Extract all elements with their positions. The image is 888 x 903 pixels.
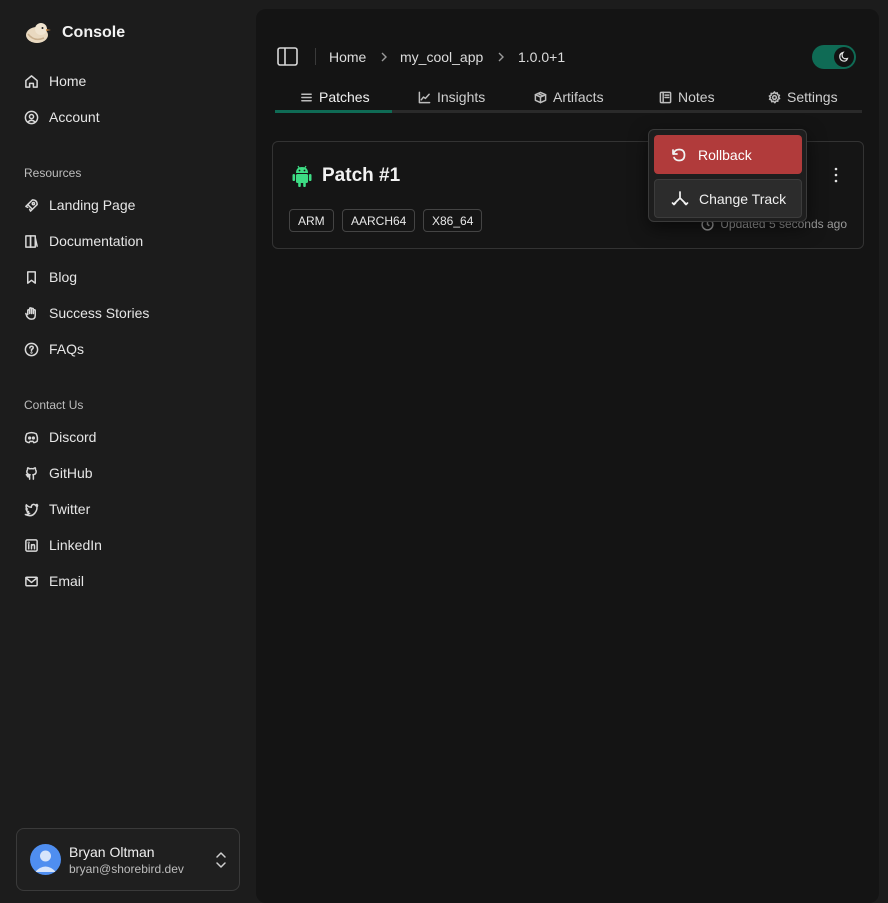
- mail-icon: [25, 576, 38, 586]
- arch-tag: AARCH64: [342, 209, 416, 232]
- list-icon: [301, 93, 312, 101]
- sidebar-item-label: FAQs: [49, 341, 85, 357]
- linkedin-icon: [25, 538, 38, 552]
- split-icon: [671, 190, 689, 205]
- section-label-contact: Contact Us: [24, 398, 84, 412]
- sidebar-item-label: Success Stories: [49, 305, 150, 321]
- user-avatar-icon: [35, 850, 56, 872]
- bookmark-icon: [27, 270, 36, 284]
- sidebar-item-github[interactable]: GitHub: [24, 463, 93, 483]
- user-menu[interactable]: Bryan Oltman bryan@shorebird.dev: [16, 828, 240, 891]
- avatar: [30, 844, 61, 875]
- tab-patches[interactable]: Patches: [300, 89, 370, 105]
- arch-tag: X86_64: [423, 209, 483, 232]
- sidebar-item-discord[interactable]: Discord: [24, 427, 96, 447]
- sidebar-item-success-stories[interactable]: Success Stories: [24, 303, 149, 323]
- tab-artifacts[interactable]: Artifacts: [534, 89, 604, 105]
- tab-label: Patches: [319, 89, 370, 105]
- sidebar: Console Home Account Resources Landing P…: [0, 0, 256, 903]
- sidebar-item-label: Twitter: [49, 501, 91, 517]
- github-icon: [25, 466, 37, 480]
- rotate-ccw-icon: [672, 148, 686, 161]
- sidebar-item-home[interactable]: Home: [24, 71, 86, 91]
- sidebar-item-linkedin[interactable]: LinkedIn: [24, 535, 102, 555]
- sidebar-item-account[interactable]: Account: [24, 107, 100, 127]
- section-label-resources: Resources: [24, 166, 82, 180]
- tab-active-indicator: [275, 110, 392, 113]
- help-circle-icon: [24, 342, 39, 356]
- user-email: bryan@shorebird.dev: [69, 862, 184, 876]
- user-name: Bryan Oltman: [69, 844, 155, 860]
- divider: [315, 48, 316, 65]
- gear-icon: [768, 90, 781, 103]
- sidebar-item-blog[interactable]: Blog: [24, 267, 77, 287]
- sidebar-item-label: LinkedIn: [49, 537, 102, 553]
- theme-toggle[interactable]: [812, 45, 856, 69]
- tab-label: Insights: [437, 89, 486, 105]
- tab-bar: Patches Insights Artifacts Notes Setting…: [275, 89, 862, 113]
- breadcrumb-home[interactable]: Home: [329, 49, 366, 65]
- tab-label: Notes: [678, 89, 715, 105]
- patch-actions-menu: Rollback Change Track: [648, 129, 807, 222]
- menu-item-label: Change Track: [699, 190, 787, 207]
- hand-icon: [25, 306, 36, 320]
- sidebar-item-label: Discord: [49, 429, 97, 445]
- chevron-up-down-icon: [216, 852, 226, 868]
- topbar: Home my_cool_app 1.0.0+1: [256, 9, 879, 69]
- tab-settings[interactable]: Settings: [768, 89, 838, 105]
- theme-toggle-knob: [834, 47, 854, 67]
- book-icon: [25, 234, 38, 248]
- package-icon: [534, 91, 547, 103]
- sidebar-item-label: Landing Page: [49, 197, 136, 213]
- sidebar-item-label: GitHub: [49, 465, 93, 481]
- brand[interactable]: Console: [22, 18, 125, 48]
- notes-icon: [659, 91, 672, 103]
- sidebar-item-documentation[interactable]: Documentation: [24, 231, 143, 251]
- sidebar-item-email[interactable]: Email: [24, 571, 84, 591]
- patch-title: Patch #1: [322, 165, 401, 186]
- tab-label: Artifacts: [553, 89, 604, 105]
- breadcrumb-app[interactable]: my_cool_app: [400, 49, 483, 65]
- brand-name: Console: [62, 24, 126, 41]
- sidebar-item-label: Documentation: [49, 233, 144, 249]
- chevron-right-icon: [498, 52, 504, 62]
- more-vertical-icon[interactable]: [833, 166, 839, 184]
- sidebar-item-faqs[interactable]: FAQs: [24, 339, 84, 359]
- tab-insights[interactable]: Insights: [418, 89, 485, 105]
- sidebar-item-label: Home: [49, 73, 87, 89]
- sidebar-item-twitter[interactable]: Twitter: [24, 499, 90, 519]
- sidebar-item-landing-page[interactable]: Landing Page: [24, 195, 135, 215]
- shorebird-logo-icon: [26, 23, 51, 43]
- tab-label: Settings: [787, 89, 838, 105]
- android-icon: [292, 165, 312, 187]
- breadcrumb-release: 1.0.0+1: [518, 49, 566, 65]
- chevron-right-icon: [381, 52, 387, 62]
- menu-item-label: Rollback: [698, 146, 752, 163]
- discord-icon: [24, 431, 39, 443]
- sidebar-item-label: Blog: [49, 269, 78, 285]
- moon-icon: [839, 51, 849, 62]
- arch-tag: ARM: [289, 209, 334, 232]
- sidebar-item-label: Email: [49, 573, 85, 589]
- change-track-button[interactable]: Change Track: [654, 179, 802, 218]
- home-icon: [25, 74, 38, 88]
- rollback-button[interactable]: Rollback: [654, 135, 802, 174]
- twitter-icon: [24, 503, 39, 516]
- account-icon: [24, 110, 39, 124]
- sidebar-toggle-icon[interactable]: [277, 47, 298, 66]
- tab-notes[interactable]: Notes: [659, 89, 715, 105]
- rocket-icon: [25, 198, 38, 212]
- sidebar-item-label: Account: [49, 109, 100, 125]
- chart-icon: [418, 91, 431, 103]
